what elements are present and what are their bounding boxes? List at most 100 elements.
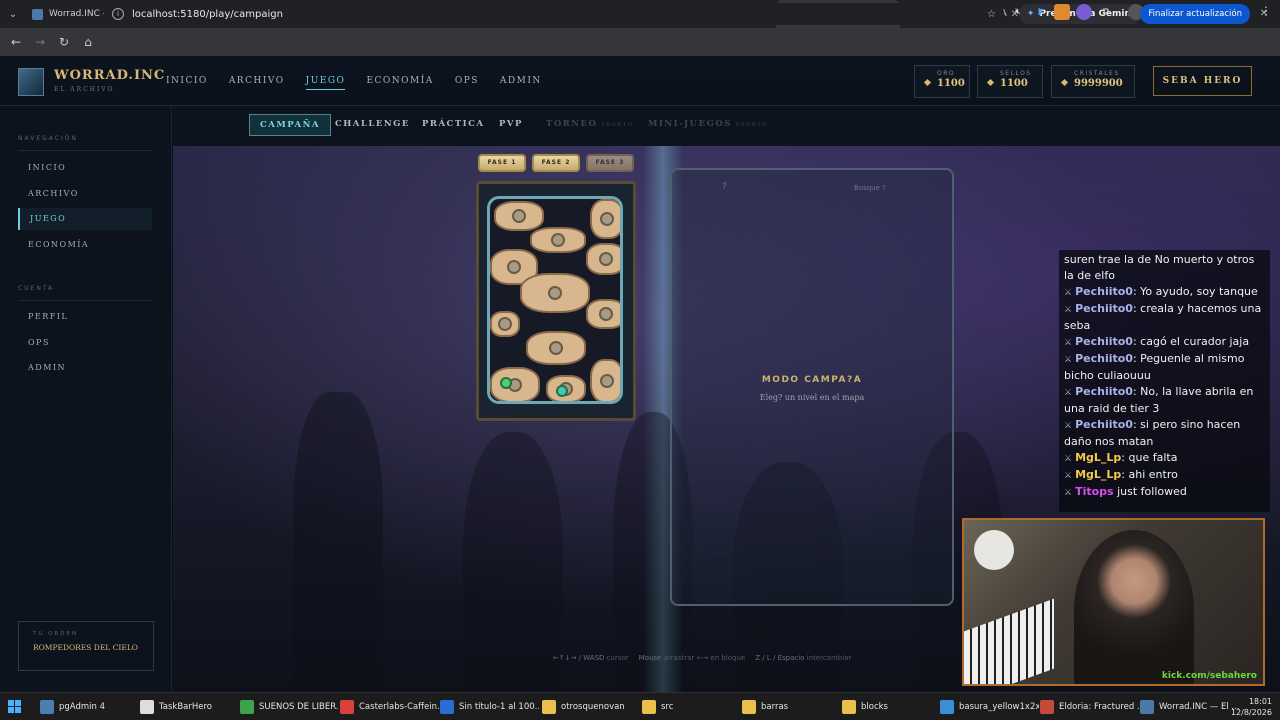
sidebar-account-item-2[interactable]: ADMIN [18,357,152,379]
silhouette-knight [293,392,383,692]
hero-button[interactable]: SEBA HERO [1153,66,1252,96]
node-stone-icon [549,341,563,355]
taskbar-item[interactable]: SUEÑOS DE LIBER... [240,697,339,717]
url-text: localhost:5180/play/campaign [132,8,283,20]
chat-badge-icon: ⚔ [1064,471,1073,481]
map-node[interactable] [526,331,586,365]
extension-blue-icon[interactable]: ◗ [1032,4,1048,20]
chat-message: ⚔ Pechiito0: No, la llave abrila en una r… [1064,384,1265,417]
worrad-logo[interactable] [18,68,44,96]
taskbar-item[interactable]: TaskBarHero [140,697,212,717]
windows-start-icon[interactable] [8,700,21,713]
map-node[interactable] [490,311,520,337]
map-node[interactable] [590,359,620,401]
mode-tab-label: CAMPAÑA [260,120,321,130]
node-stone-icon [498,317,512,331]
currency-label: CRISTALES [1074,70,1120,77]
campaign-map-frame [476,181,636,421]
extensions-puzzle-icon[interactable]: ⧉ [1098,4,1114,20]
phase-button-2[interactable]: FASE 3 [586,154,634,172]
extension-orange-icon[interactable] [1054,4,1070,20]
taskbar-item[interactable]: otrosquenovan [542,697,625,717]
back-button[interactable]: ← [4,35,28,49]
mode-tab-1[interactable]: CHALLENGE [325,114,420,136]
map-node[interactable] [586,243,620,275]
sidebar-account-item-0[interactable]: PERFIL [18,306,152,328]
home-button[interactable]: ⌂ [76,35,100,49]
address-bar[interactable]: i localhost:5180/play/campaign ☆ [104,3,1004,25]
taskbar-item[interactable]: Casterlabs-Caffein... [340,697,439,717]
taskbar-item[interactable]: blocks [842,697,888,717]
campaign-map[interactable] [487,196,623,404]
taskbar-app-icon [240,700,254,714]
taskbar-app-icon [842,700,856,714]
phase-button-0[interactable]: FASE 1 [478,154,526,172]
taskbar-app-icon [940,700,954,714]
topnav-item-5[interactable]: ADMIN [500,76,542,90]
tab-search-icon[interactable]: ⌄ [0,0,26,28]
node-stone-icon [599,307,613,321]
map-node[interactable] [530,227,586,253]
currency-value: 1100 [1000,78,1028,89]
start-gem-icon[interactable] [500,377,512,389]
sidebar-item-3[interactable]: ECONOMÍA [18,234,152,256]
chat-username: MgL_Lp [1075,468,1122,481]
map-node[interactable] [520,273,590,313]
brand-name: WORRAD.INC [54,68,166,83]
currency-oro: ORO 1100 [914,65,970,98]
map-node[interactable] [494,201,544,231]
menu-kebab-icon[interactable]: ⋮ [1260,4,1272,18]
divider [18,300,152,301]
chat-badge-icon: ⚔ [1064,355,1073,365]
taskbar-app-icon [742,700,756,714]
taskbar-item[interactable]: Eldoria: Fractured ... [1040,697,1139,717]
currency-label: ORO [937,70,956,77]
map-node[interactable] [586,299,620,329]
mode-tab-label: CHALLENGE [335,119,410,129]
topnav-item-1[interactable]: ARCHIVO [229,76,285,90]
mode-tab-3[interactable]: PVP [489,114,533,136]
taskbar-label: barras [761,702,789,712]
node-stone-icon [599,252,613,266]
taskbar-item[interactable]: barras [742,697,788,717]
reload-button[interactable]: ↻ [52,35,76,49]
sidebar-item-2[interactable]: JUEGO [18,208,152,230]
sidebar-account-item-1[interactable]: OPS [18,332,152,354]
taskbar-item[interactable]: Worrad.INC — El ... [1140,697,1239,717]
mode-tab-tag: PRONTO [601,122,634,128]
chat-badge-icon: ⚔ [1064,338,1073,348]
stream-chat-overlay: suren trae la de No muerto y otros la de… [1059,250,1270,512]
currency-label: SELLOS [1000,70,1032,77]
clock[interactable]: 18:01 12/8/2026 [1231,696,1272,718]
extension-purple-icon[interactable] [1076,4,1092,20]
chat-text: suren trae la de No muerto y otros la de… [1064,253,1255,282]
topnav-item-2[interactable]: JUEGO [305,76,346,90]
forward-button[interactable]: → [28,35,52,49]
map-node[interactable] [490,367,540,401]
map-node[interactable] [590,199,620,239]
hint-key: Mouse [638,654,662,662]
chat-text: : que falta [1121,451,1178,464]
taskbar-app-icon [1040,700,1054,714]
sidebar-item-1[interactable]: ARCHIVO [18,183,152,205]
chat-badge-icon: ⚔ [1064,421,1073,431]
taskbar-item[interactable]: Sin título-1 al 100... [440,697,539,717]
bookmark-star-icon[interactable]: ☆ [987,9,996,20]
taskbar-item[interactable]: basura_yellow1x2x... [940,697,1039,717]
mute-icon[interactable]: 🔇︎ [1010,4,1026,20]
chat-username: Pechiito0 [1075,418,1133,431]
mode-tab-0[interactable]: CAMPAÑA [249,114,332,136]
topnav-item-3[interactable]: ECONOMÍA [366,76,433,90]
phase-button-1[interactable]: FASE 2 [532,154,580,172]
update-button[interactable]: Finalizar actualización [1140,4,1250,24]
taskbar-item[interactable]: src [642,697,673,717]
taskbar-item[interactable]: pgAdmin 4 [40,697,105,717]
start-gem-icon[interactable] [556,385,568,397]
topnav-item-4[interactable]: OPS [455,76,479,90]
topnav-item-0[interactable]: INICIO [166,76,208,90]
site-info-icon[interactable]: i [112,8,124,20]
mode-tab-2[interactable]: PRÁCTICA [412,114,494,136]
chat-username: Pechiito0 [1075,352,1133,365]
sidebar-item-0[interactable]: INICIO [18,157,152,179]
hint-text: intercambiar [804,654,852,662]
